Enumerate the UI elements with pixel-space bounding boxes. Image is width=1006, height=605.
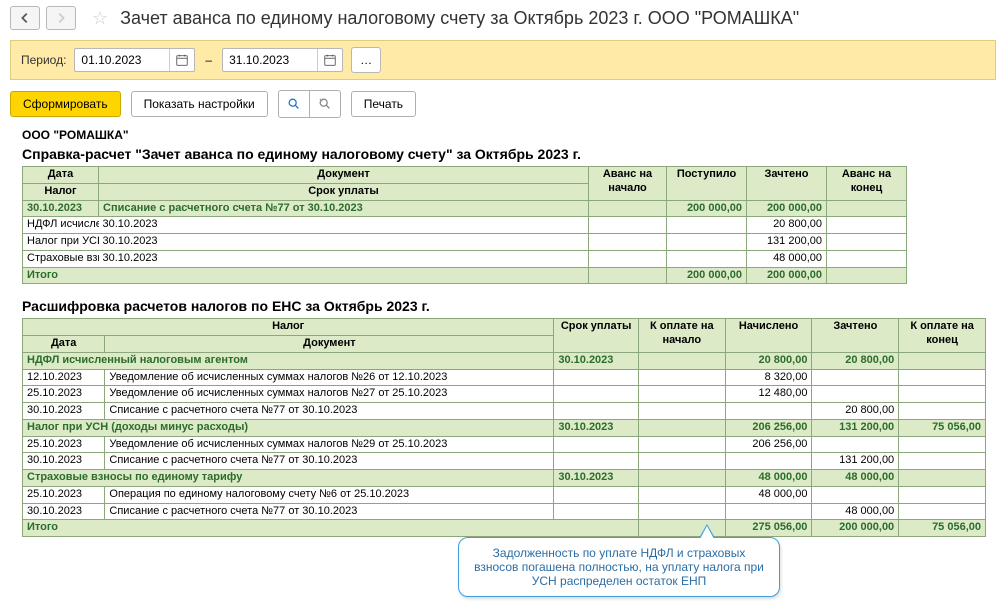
table-advance: Дата Документ Аванс на начало Поступило … [22, 166, 987, 284]
report-title-2: Расшифровка расчетов налогов по ЕНС за О… [22, 284, 996, 318]
th-start: Аванс на начало [589, 167, 667, 201]
calendar-icon [175, 53, 189, 67]
favorite-star-icon[interactable]: ☆ [92, 8, 108, 29]
t2-row[interactable]: 25.10.2023 Уведомление об исчисленных су… [23, 436, 986, 453]
th2-payend: К оплате на конец [899, 319, 986, 353]
t2-row[interactable]: 25.10.2023 Операция по единому налоговом… [23, 486, 986, 503]
print-button[interactable]: Печать [351, 91, 416, 117]
calendar-icon [323, 53, 337, 67]
th-in: Поступило [667, 167, 747, 201]
t2-row[interactable]: 30.10.2023 Списание с расчетного счета №… [23, 453, 986, 470]
date-from-calendar-button[interactable] [169, 49, 194, 71]
generate-button[interactable]: Сформировать [10, 91, 121, 117]
report-area: ООО "РОМАШКА" Справка-расчет "Зачет аван… [0, 128, 1006, 557]
th-end: Аванс на конец [827, 167, 907, 201]
date-to-box [222, 48, 343, 72]
th-due: Срок уплаты [99, 183, 589, 200]
search-icon [287, 97, 301, 111]
t1-row[interactable]: Страховые взносы по единому тарифу 30.10… [23, 250, 987, 267]
page-title: Зачет аванса по единому налоговому счету… [120, 8, 799, 29]
th2-credited: Зачтено [812, 319, 899, 353]
period-label: Период: [21, 53, 66, 67]
t1-total-row: Итого 200 000,00 200 000,00 [23, 267, 987, 284]
find-button[interactable] [278, 90, 310, 118]
date-to-input[interactable] [223, 50, 317, 70]
table-taxes: Налог Срок уплаты К оплате на начало Нач… [22, 318, 986, 537]
t2-row[interactable]: 25.10.2023 Уведомление об исчисленных су… [23, 386, 986, 403]
org-name: ООО "РОМАШКА" [22, 128, 996, 144]
t2-group-row[interactable]: НДФЛ исчисленный налоговым агентом 30.10… [23, 352, 986, 369]
period-select-button[interactable]: … [351, 47, 381, 73]
expand-icon [318, 97, 332, 111]
t2-group-row[interactable]: Страховые взносы по единому тарифу 30.10… [23, 470, 986, 487]
date-from-input[interactable] [75, 50, 169, 70]
t1-row[interactable]: НДФЛ исчисленный налоговым агентом 30.10… [23, 217, 987, 234]
arrow-left-icon [18, 11, 32, 25]
th2-date: Дата [23, 336, 105, 353]
t1-row[interactable]: Налог при УСН (доходы минус расходы) 30.… [23, 234, 987, 251]
t2-group-row[interactable]: Налог при УСН (доходы минус расходы) 30.… [23, 419, 986, 436]
th-credited: Зачтено [747, 167, 827, 201]
nav-back-button[interactable] [10, 6, 40, 30]
th2-accr: Начислено [725, 319, 812, 353]
date-to-calendar-button[interactable] [317, 49, 342, 71]
t2-row[interactable]: 30.10.2023 Списание с расчетного счета №… [23, 403, 986, 420]
report-title-1: Справка-расчет "Зачет аванса по единому … [22, 144, 996, 166]
arrow-right-icon [54, 11, 68, 25]
th-date: Дата [23, 167, 99, 184]
th2-doc: Документ [105, 336, 554, 353]
callout-text: Задолженность по уплате НДФЛ и страховых… [474, 546, 764, 588]
show-settings-button[interactable]: Показать настройки [131, 91, 268, 117]
t1-group-row[interactable]: 30.10.2023 Списание с расчетного счета №… [23, 200, 987, 217]
th2-tax: Налог [23, 319, 554, 336]
period-dash: – [203, 53, 214, 67]
expand-collapse-button[interactable] [310, 90, 341, 118]
info-callout: Задолженность по уплате НДФЛ и страховых… [458, 537, 780, 597]
period-bar: Период: – … [10, 40, 996, 80]
date-from-box [74, 48, 195, 72]
th-tax: Налог [23, 183, 99, 200]
th2-paystart: К оплате на начало [638, 319, 725, 353]
th2-due: Срок уплаты [554, 319, 639, 353]
t2-total-row: Итого 275 056,00 200 000,00 75 056,00 [23, 520, 986, 537]
t2-row[interactable]: 12.10.2023 Уведомление об исчисленных су… [23, 369, 986, 386]
nav-forward-button[interactable] [46, 6, 76, 30]
th-doc: Документ [99, 167, 589, 184]
t2-row[interactable]: 30.10.2023 Списание с расчетного счета №… [23, 503, 986, 520]
